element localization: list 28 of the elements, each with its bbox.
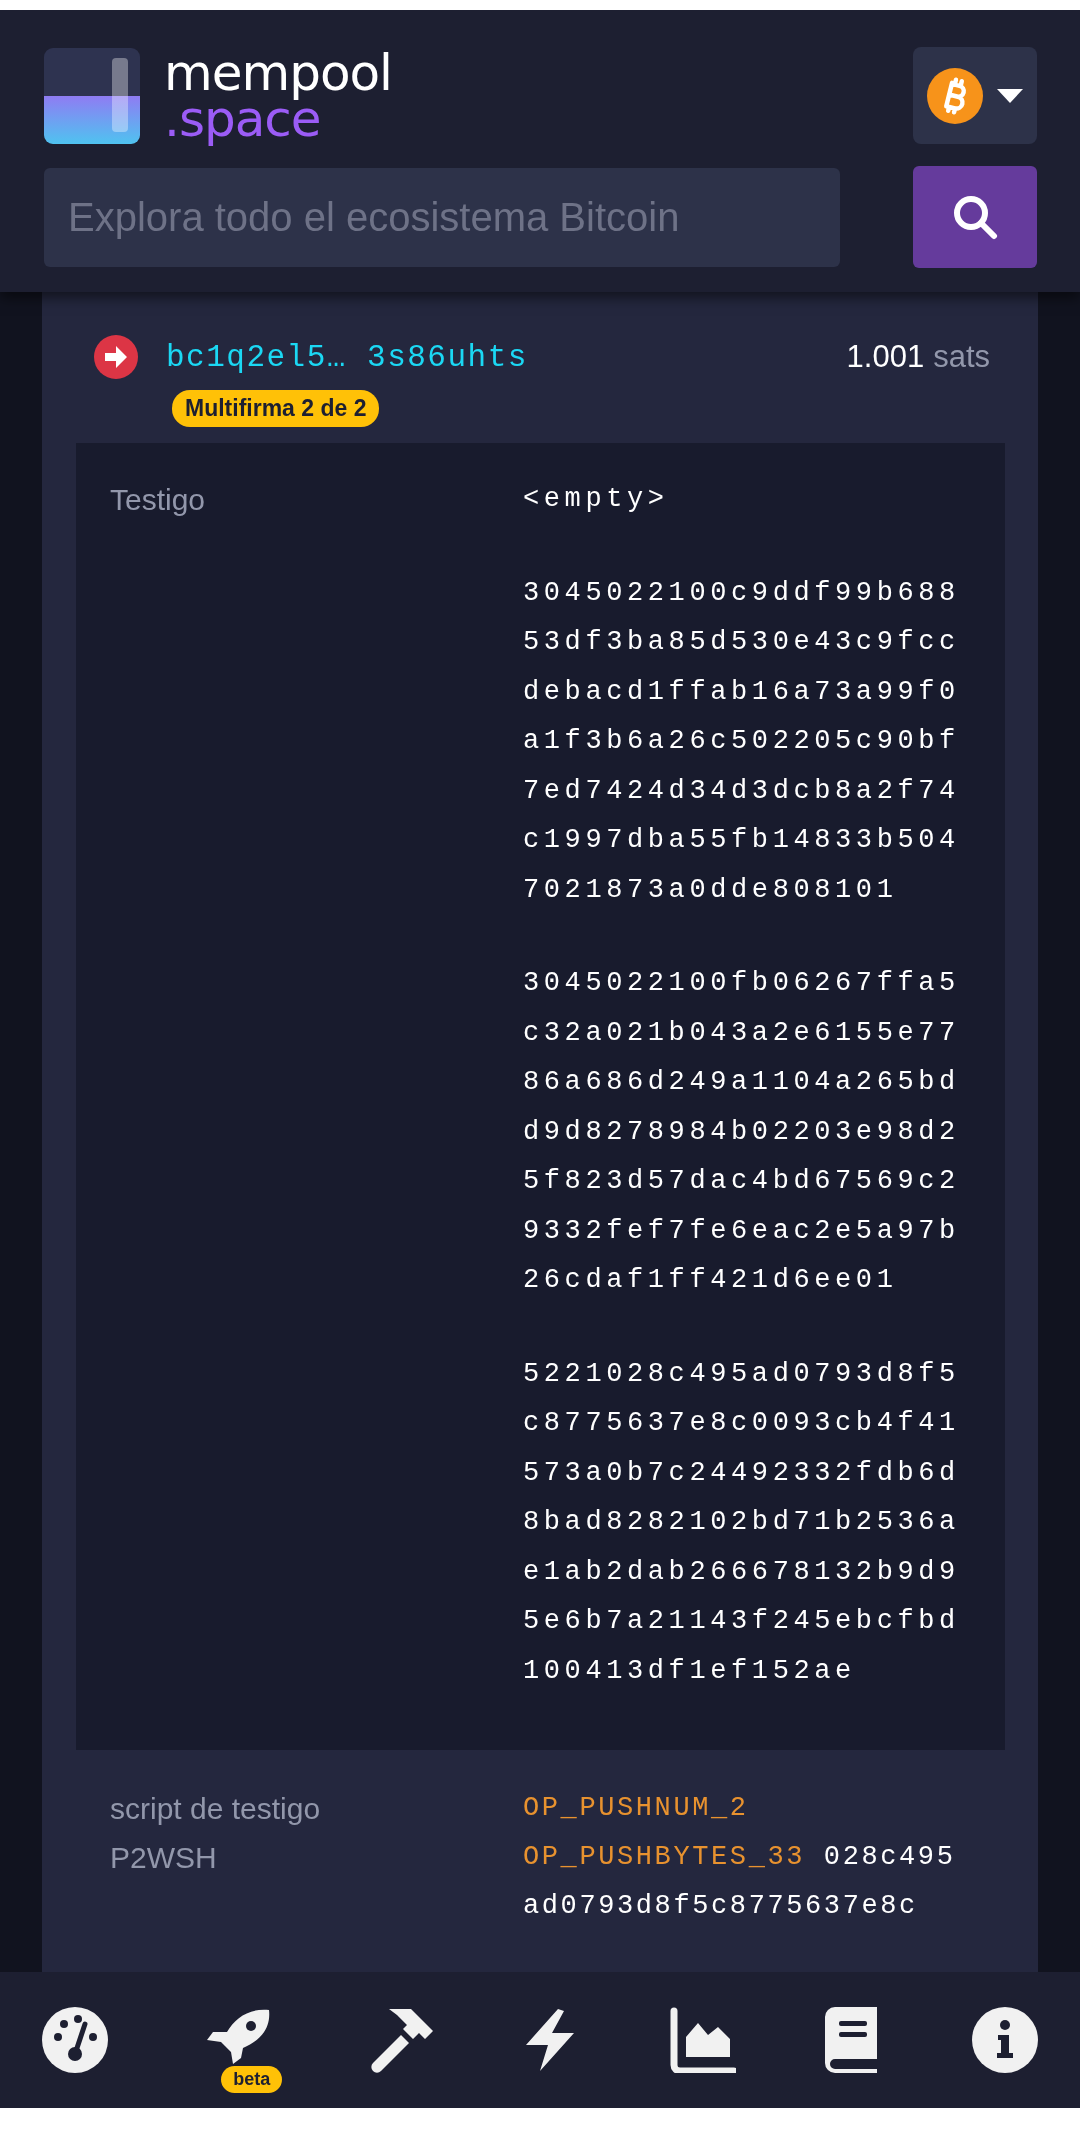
witness-item: 3045022100c9ddf99b68853df3ba85d530e43c9fccdebacd1ffab16a73a99f0a1f3b6a26c502205c90bf7ed7424d34d3dcb8a2f74c1997dba55fb14833b5047021873a0dde808101: [523, 576, 961, 907]
nav-button[interactable]: [971, 2007, 1038, 2073]
witness-item: <empty>: [523, 483, 670, 516]
search-button[interactable]: [913, 166, 1037, 268]
caret-icon: [997, 88, 1023, 103]
rocket-icon: [204, 2007, 271, 2064]
witness-item: 3045022100fb06267ffa5c32a021b043a2e6155e7786a686d249a1104a265bdd9d8278984b02203e98d25f823d57dac4bd67569c29332fef7fe6eac2e5a97b26cdaf1ff421d6ee01: [523, 967, 961, 1297]
currency-dropdown[interactable]: [913, 47, 1037, 144]
witness-script-label: script de testigo P2WSH: [110, 1791, 322, 1876]
beta-badge: beta: [221, 2065, 283, 2093]
area-chart-icon: [669, 2007, 736, 2073]
search-icon: [952, 194, 998, 240]
amount-value: 1.001: [846, 339, 925, 375]
nav-button[interactable]: [42, 2007, 108, 2073]
search-field[interactable]: Explora todo el ecosistema Bitcoin: [44, 167, 840, 267]
address-link[interactable]: bc1q2el5… 3s86uhts: [166, 339, 528, 375]
logo-icon: [44, 47, 140, 144]
script-type-badge: Multifirma 2 de 2: [172, 390, 380, 427]
nav-button[interactable]: beta: [193, 2007, 283, 2093]
witness-label: Testigo: [110, 482, 207, 518]
gauge-icon: [42, 2007, 108, 2073]
witness-item: 5221028c495ad0793d8f5c8775637e8c0093cb4f41573a0b7c24492332fdb6d8bad8282102bd71b2536ae1ab2dab266678132b9d95e6b7a21143f245ebcfbd100413df1ef152ae: [523, 1357, 961, 1688]
bitcoin-icon: [927, 67, 983, 124]
witness-script: OP_PUSHNUM_2 OP_PUSHBYTES_33 028c495ad0793d8f5c8775637e8c: [523, 1792, 957, 1923]
info-icon: [971, 2007, 1038, 2073]
arrow-right-icon: [94, 335, 138, 379]
amount-unit: sats: [933, 339, 990, 375]
nav-button[interactable]: [669, 2007, 736, 2073]
